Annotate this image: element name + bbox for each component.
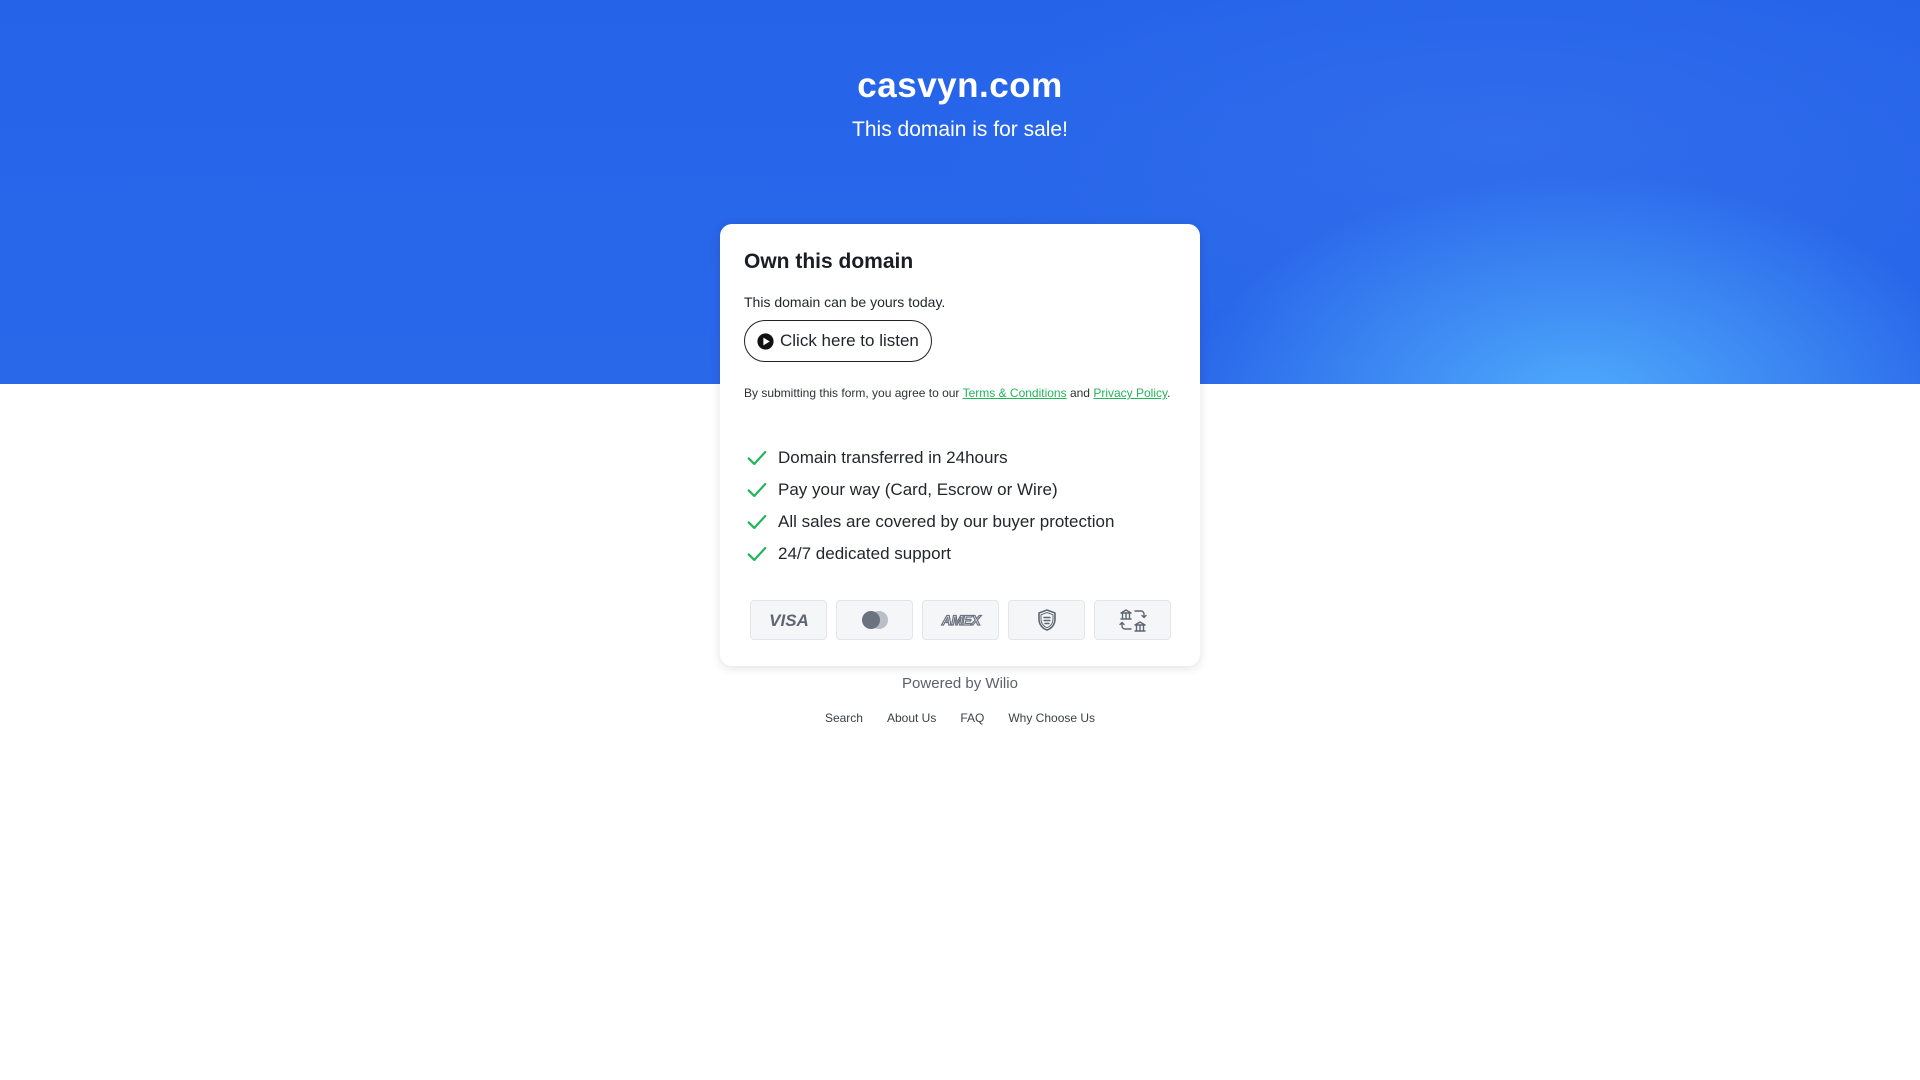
- feature-item: Pay your way (Card, Escrow or Wire): [744, 474, 1176, 506]
- check-icon: [747, 482, 767, 498]
- feature-item: All sales are covered by our buyer prote…: [744, 506, 1176, 538]
- feature-text: 24/7 dedicated support: [778, 544, 951, 563]
- footer-link-faq[interactable]: FAQ: [960, 711, 984, 725]
- feature-text: Domain transferred in 24hours: [778, 448, 1008, 467]
- privacy-link[interactable]: Privacy Policy: [1093, 386, 1167, 400]
- footer-link-search[interactable]: Search: [825, 711, 863, 725]
- bank-transfer-icon: [1118, 609, 1147, 632]
- terms-prefix: By submitting this form, you agree to ou…: [744, 386, 963, 400]
- mastercard-badge: [836, 600, 913, 640]
- amex-badge: AMEX: [922, 600, 999, 640]
- feature-text: Pay your way (Card, Escrow or Wire): [778, 480, 1058, 499]
- play-circle-icon: [757, 332, 774, 350]
- amex-wordmark: AMEX: [940, 612, 982, 628]
- offer-card: Own this domain This domain can be yours…: [720, 224, 1200, 666]
- card-description: This domain can be yours today.: [744, 294, 946, 310]
- listen-button[interactable]: Click here to listen: [744, 320, 932, 362]
- footer-nav: Search About Us FAQ Why Choose Us: [0, 711, 1920, 725]
- visa-icon: VISA: [769, 611, 809, 630]
- card-title: Own this domain: [744, 250, 914, 273]
- mastercard-icon: [861, 611, 888, 629]
- feature-item: Domain transferred in 24hours: [744, 442, 1176, 474]
- terms-link[interactable]: Terms & Conditions: [963, 386, 1067, 400]
- feature-item: 24/7 dedicated support: [744, 538, 1176, 570]
- check-icon: [747, 450, 767, 466]
- visa-badge: VISA: [750, 600, 827, 640]
- terms-notice: By submitting this form, you agree to ou…: [744, 386, 1176, 400]
- escrow-shield-icon: [1037, 609, 1056, 631]
- terms-suffix: .: [1167, 386, 1171, 400]
- visa-wordmark: VISA: [769, 611, 809, 630]
- check-icon: [747, 546, 767, 562]
- for-sale-subtitle: This domain is for sale!: [852, 118, 1068, 141]
- footer-link-why-choose-us[interactable]: Why Choose Us: [1008, 711, 1095, 725]
- powered-by: Powered by Wilio: [902, 675, 1018, 692]
- feature-text: All sales are covered by our buyer prote…: [778, 512, 1115, 531]
- escrow-badge: [1008, 600, 1085, 640]
- terms-and: and: [1066, 386, 1094, 400]
- domain-name-title: casvyn.com: [857, 66, 1063, 105]
- footer-link-about-us[interactable]: About Us: [887, 711, 936, 725]
- amex-icon: AMEX: [940, 611, 983, 628]
- feature-list: Domain transferred in 24hours Pay your w…: [744, 442, 1176, 570]
- payment-methods: VISA AMEX: [744, 600, 1176, 640]
- listen-button-label: Click here to listen: [780, 331, 919, 350]
- bank-transfer-badge: [1094, 600, 1171, 640]
- check-icon: [747, 514, 767, 530]
